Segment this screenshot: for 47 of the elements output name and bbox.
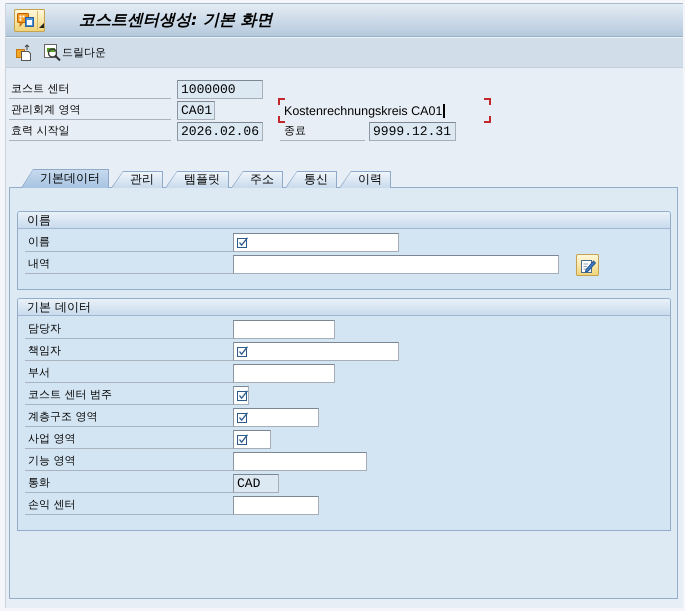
input-field[interactable] [233,364,335,383]
input-field: 9999.12.31 [369,122,456,141]
field-label: 내역 [25,255,233,274]
menu-button[interactable] [14,8,45,32]
input-field: 1000000 [177,80,263,99]
field-label: 부서 [25,364,233,383]
field-label: 통화 [25,474,233,493]
tab[interactable]: 기본데이터 [21,169,109,188]
field-label: 효력 시작일 [9,122,171,141]
field-label: 관리회계 영역 [9,101,171,120]
speech-bubble-icon [17,12,35,28]
input-field: CA01 [177,101,215,120]
tab[interactable]: 관리 [111,171,163,188]
input-field[interactable] [233,496,319,515]
field-label: 담당자 [25,320,233,339]
caret-icon [39,22,44,28]
input-field[interactable] [233,342,399,361]
group-header: 이름 [18,212,670,229]
drilldown-button[interactable]: 드릴다운 [44,44,106,61]
document-icon[interactable] [16,44,32,61]
input-field: CAD [233,474,279,493]
field-label: 손익 센터 [25,496,233,515]
input-field[interactable] [233,430,271,449]
tab[interactable]: 템플릿 [165,171,229,188]
text-cursor-icon [443,104,446,118]
edit-button[interactable] [576,254,599,276]
input-field[interactable] [233,452,367,471]
field-label: 책임자 [25,342,233,361]
window-title: 코스트센터생성: 기본 화면 [79,10,273,30]
field-label: 코스트 센터 [9,80,171,99]
tab[interactable]: 주소 [231,171,283,188]
input-field[interactable] [233,255,559,274]
input-field[interactable] [233,408,319,427]
input-field[interactable] [233,320,335,339]
field-label: 코스트 센터 범주 [25,386,233,405]
input-field[interactable] [233,233,399,252]
input-field[interactable] [233,386,249,405]
field-label: 기능 영역 [25,452,233,471]
input-field: 2026.02.06 [177,122,263,141]
group-header: 기본 데이터 [18,299,670,316]
field-label: 사업 영역 [25,430,233,449]
field-label: 종료 [280,122,365,141]
tab[interactable]: 통신 [285,171,337,188]
tab[interactable]: 이력 [339,171,391,188]
field-label: 계층구조 영역 [25,408,233,427]
field-label: 이름 [25,233,233,252]
magnifier-icon [44,44,61,61]
